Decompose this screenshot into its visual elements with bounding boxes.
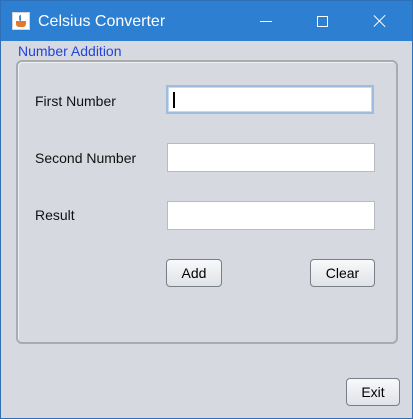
first-number-label: First Number [35, 93, 116, 109]
minimize-button[interactable] [237, 1, 295, 41]
second-number-label: Second Number [35, 150, 137, 166]
minimize-icon [260, 20, 272, 22]
clear-button[interactable]: Clear [310, 259, 375, 287]
close-button[interactable] [351, 1, 409, 41]
close-icon [373, 14, 387, 28]
java-cup-icon[interactable] [12, 12, 30, 30]
cup-mark [16, 21, 26, 27]
result-label: Result [35, 207, 75, 223]
add-button[interactable]: Add [166, 259, 222, 287]
app-window: Celsius Converter Number Addition First … [0, 0, 413, 419]
result-field[interactable] [167, 201, 375, 230]
title-bar[interactable]: Celsius Converter [1, 1, 412, 41]
second-number-field[interactable] [167, 143, 375, 172]
text-caret [173, 92, 175, 108]
maximize-icon [316, 15, 328, 27]
group-title: Number Addition [18, 43, 122, 59]
window-title: Celsius Converter [38, 13, 166, 30]
exit-button[interactable]: Exit [346, 378, 400, 406]
first-number-field[interactable] [166, 85, 374, 114]
maximize-button[interactable] [293, 1, 351, 41]
